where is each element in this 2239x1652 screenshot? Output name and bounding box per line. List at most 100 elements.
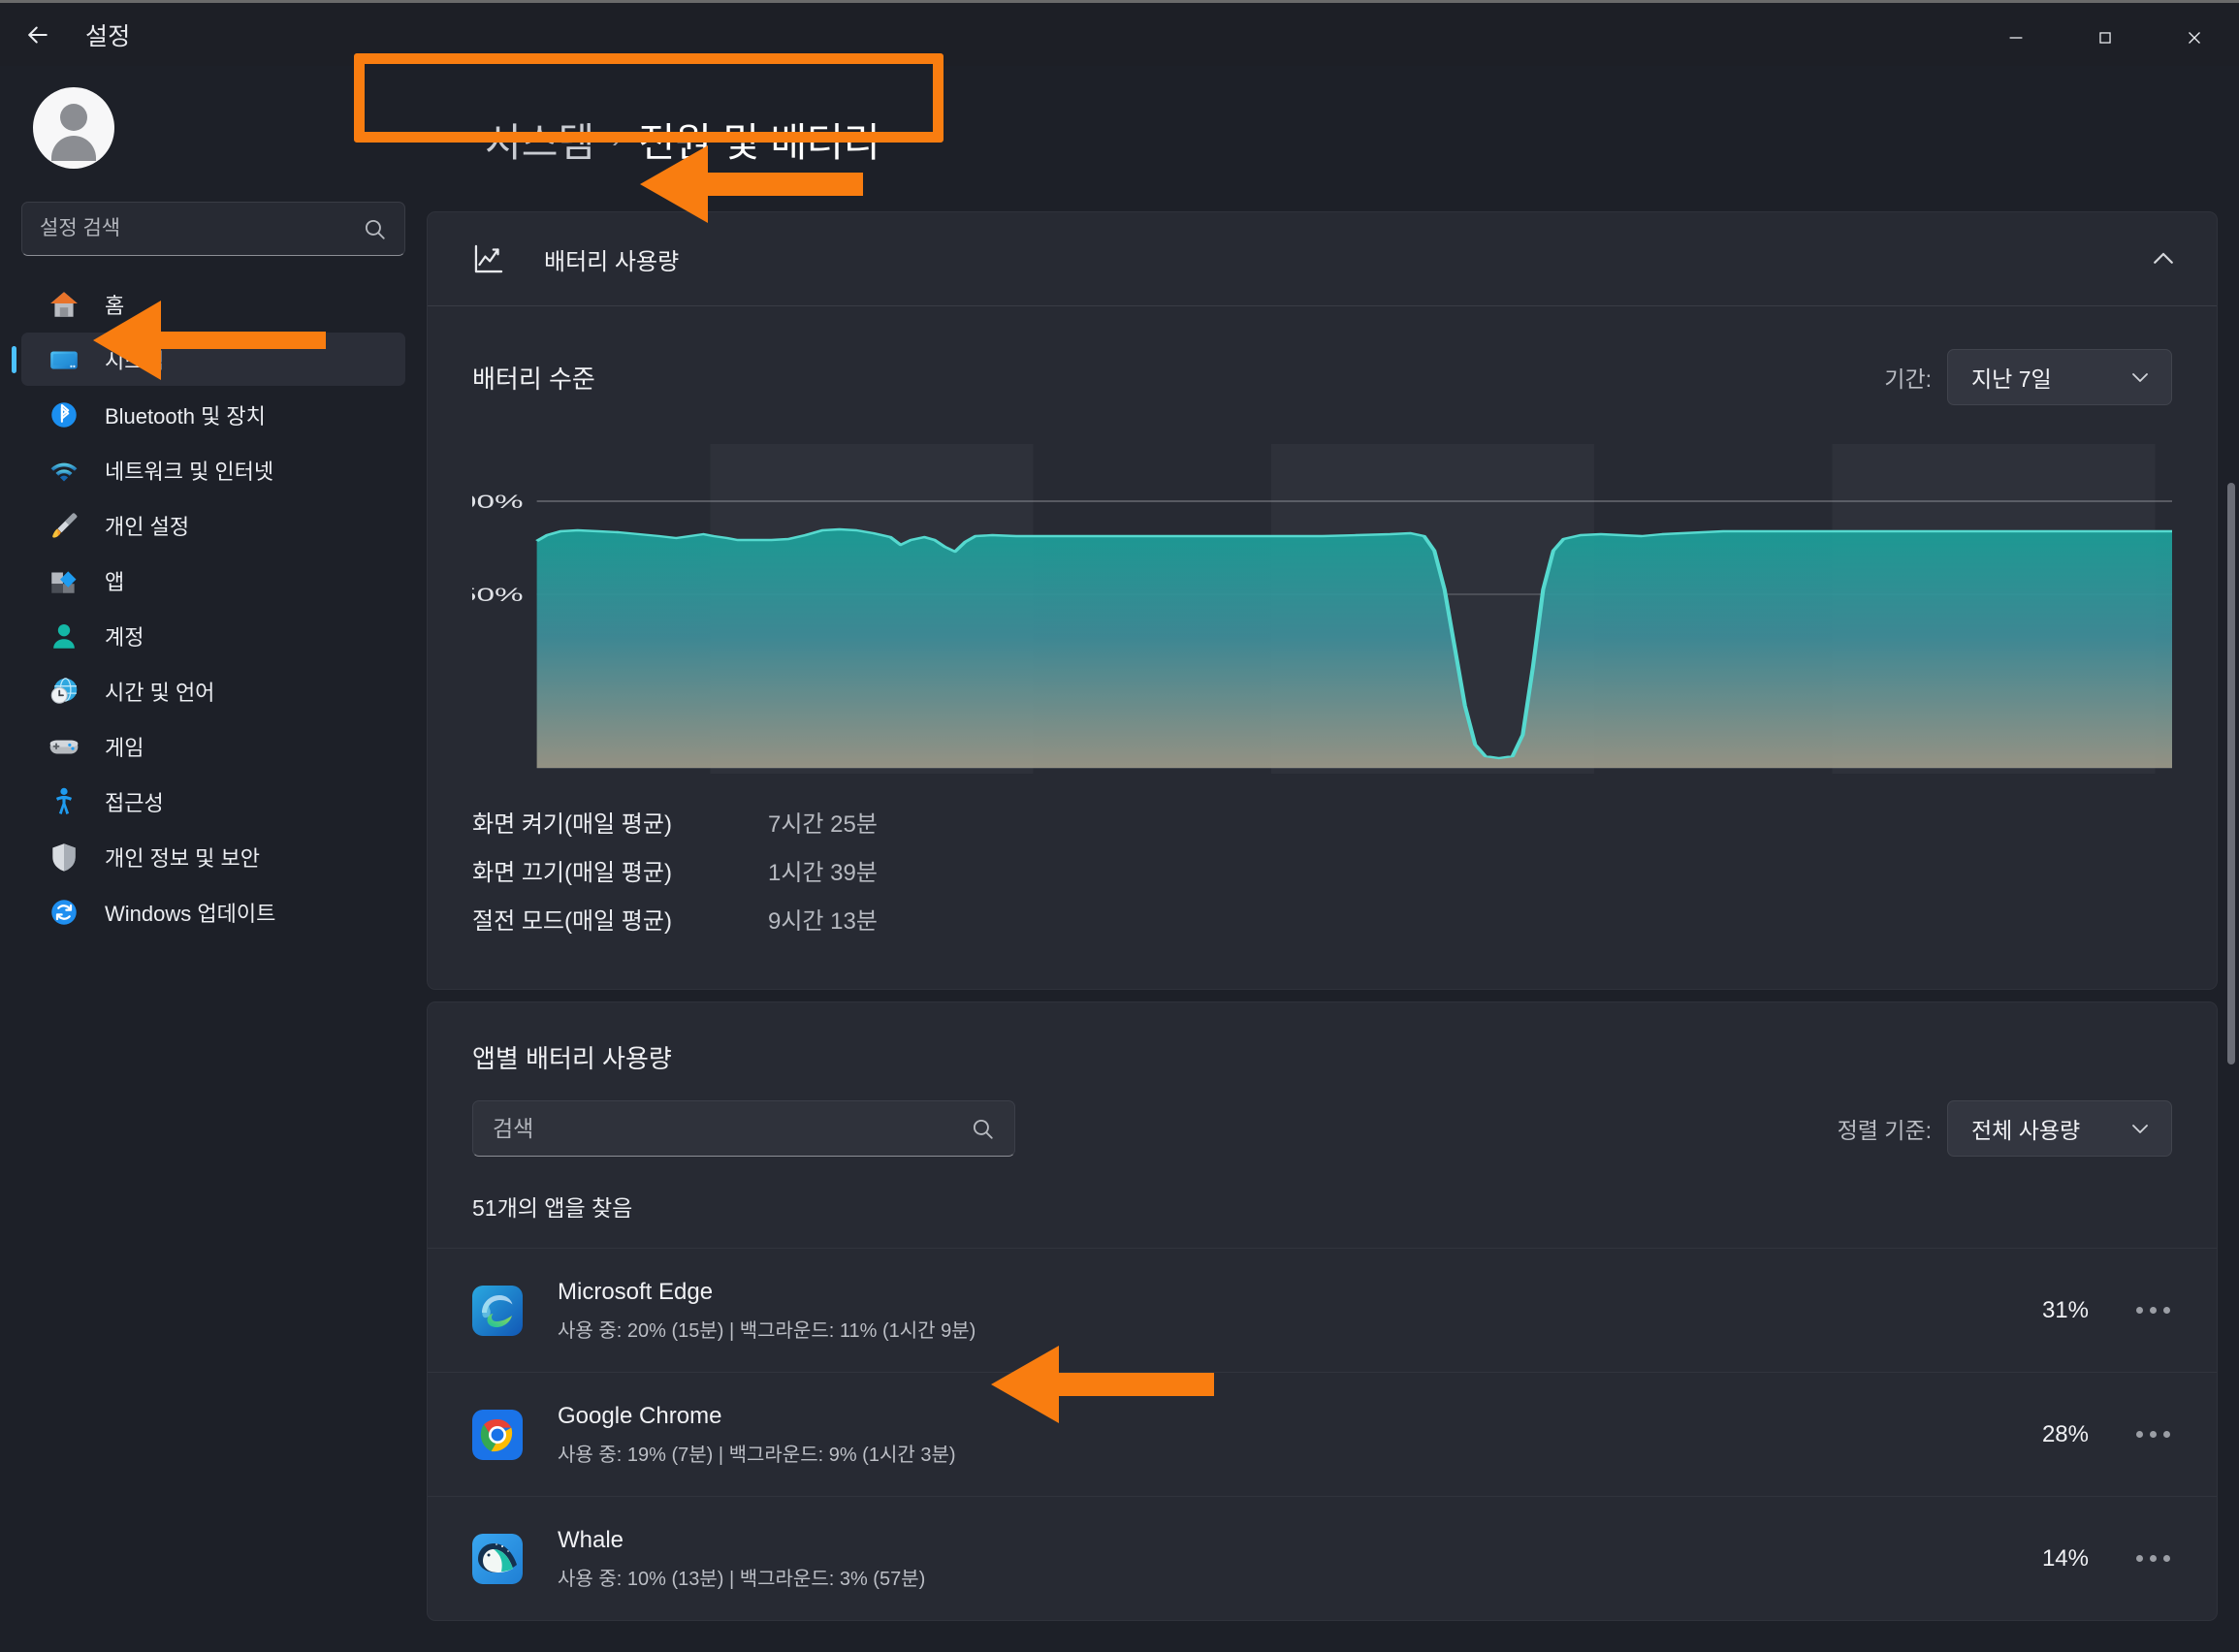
chevron-down-icon: [2128, 1117, 2152, 1140]
sidebar-item-apps[interactable]: 앱: [21, 554, 405, 607]
settings-scroll-area[interactable]: 배터리 사용량 배터리 수준 기간: 지난 7일 0% 0% 화면 켜기(매일 …: [427, 211, 2239, 1652]
battery-level-title: 배터리 수준: [472, 364, 595, 394]
settings-search-box[interactable]: [21, 202, 405, 256]
sidebar-item-network[interactable]: 네트워크 및 인터넷: [21, 443, 405, 496]
app-row-whale[interactable]: Whale 사용 중: 10% (13분) | 백그라운드: 3% (57분) …: [428, 1496, 2217, 1620]
stat-label: 화면 켜기(매일 평균): [472, 811, 672, 838]
more-options-icon[interactable]: [2127, 1534, 2178, 1584]
battery-level-header-row: 배터리 수준 기간: 지난 7일: [472, 306, 2172, 405]
battery-level-body: 배터리 수준 기간: 지난 7일 0% 0% 화면 켜기(매일 평균) 7시간 …: [428, 306, 2217, 989]
accounts-icon: [45, 617, 83, 655]
sidebar-item-system[interactable]: 시스템: [21, 333, 405, 386]
battery-stats: 화면 켜기(매일 평균) 7시간 25분 화면 끄기(매일 평균) 1시간 39…: [472, 787, 2172, 989]
search-icon: [365, 219, 385, 239]
window-controls: [1971, 6, 2239, 69]
battery-usage-section-header[interactable]: 배터리 사용량: [428, 212, 2217, 305]
app-name: Google Chrome: [558, 1402, 722, 1429]
period-selector-group: 기간: 지난 7일: [1884, 349, 2172, 405]
app-name: Microsoft Edge: [558, 1278, 714, 1305]
home-icon: [45, 285, 83, 324]
sidebar-item-gaming[interactable]: 게임: [21, 719, 405, 773]
sidebar-item-time-language[interactable]: 시간 및 언어: [21, 664, 405, 717]
stat-value: 1시간 39분: [768, 860, 878, 886]
sidebar-item-home[interactable]: 홈: [21, 277, 405, 331]
stat-row: 화면 켜기(매일 평균) 7시간 25분: [472, 805, 2172, 853]
chart-ytick-100: 100%: [472, 491, 524, 512]
apps-found-count: 51개의 앱을 찾음: [472, 1195, 633, 1221]
sidebar-item-accounts[interactable]: 계정: [21, 609, 405, 662]
chevron-down-icon: [2128, 365, 2152, 389]
sidebar-nav: 홈 시스템 Bluetooth 및 장치 네트워크 및 인터넷 개인 설정 앱 …: [21, 277, 405, 938]
sidebar-item-bluetooth[interactable]: Bluetooth 및 장치: [21, 388, 405, 441]
apps-controls: 정렬 기준: 전체 사용량: [472, 1100, 2172, 1157]
microsoft-edge-icon: [472, 1285, 523, 1336]
sidebar-item-label: Windows 업데이트: [105, 901, 276, 926]
maximize-icon: [2099, 31, 2111, 44]
time-language-icon: [45, 672, 83, 711]
more-options-icon[interactable]: [2127, 1410, 2178, 1460]
close-button[interactable]: [2150, 6, 2239, 69]
sidebar-item-privacy-security[interactable]: 개인 정보 및 보안: [21, 830, 405, 883]
account-avatar-area: [21, 66, 405, 169]
back-button[interactable]: [8, 5, 68, 65]
page-title: 전원 및 배터리: [638, 120, 880, 165]
chart-area-path: [536, 529, 2172, 768]
sidebar-item-label: 게임: [105, 735, 144, 760]
google-chrome-icon: [472, 1409, 523, 1460]
scrollbar-thumb[interactable]: [2227, 483, 2235, 1064]
sidebar-item-label: 개인 정보 및 보안: [105, 845, 261, 871]
network-icon: [45, 451, 83, 490]
gaming-icon: [45, 727, 83, 766]
close-icon: [2189, 31, 2200, 44]
app-row-microsoft-edge[interactable]: Microsoft Edge 사용 중: 20% (15분) | 백그라운드: …: [428, 1248, 2217, 1372]
maximize-button[interactable]: [2061, 6, 2150, 69]
chart-ytick-50: 50%: [472, 584, 524, 605]
sidebar-item-label: 접근성: [105, 790, 164, 815]
more-dots: [2135, 1555, 2170, 1562]
breadcrumb: 시스템 › 전원 및 배터리: [485, 110, 880, 168]
breadcrumb-area: 시스템 › 전원 및 배터리: [427, 66, 2239, 211]
sidebar-item-label: 앱: [105, 569, 125, 594]
more-options-icon[interactable]: [2127, 1286, 2178, 1336]
battery-level-chart: 100% 50%: [472, 444, 2172, 774]
minimize-icon: [2009, 36, 2023, 39]
sort-value: 전체 사용량: [1971, 1118, 2081, 1143]
period-dropdown[interactable]: 지난 7일: [1947, 349, 2172, 405]
sidebar-item-windows-update[interactable]: Windows 업데이트: [21, 885, 405, 938]
main-content: 시스템 › 전원 및 배터리 배터리 사용량 배터리 수준 기간: 지난 7일 …: [427, 66, 2239, 1652]
stat-row: 화면 끄기(매일 평균) 1시간 39분: [472, 853, 2172, 902]
battery-usage-per-app-card: 앱별 배터리 사용량 정렬 기준: 전: [427, 1001, 2218, 1621]
minimize-button[interactable]: [1971, 6, 2061, 69]
sidebar: 홈 시스템: [0, 66, 427, 1652]
app-row-google-chrome[interactable]: Google Chrome 사용 중: 19% (7분) | 백그라운드: 9%…: [428, 1372, 2217, 1496]
app-detail: 사용 중: 10% (13분) | 백그라운드: 3% (57분): [558, 1568, 926, 1590]
app-search-input[interactable]: [493, 1115, 970, 1142]
chevron-up-icon[interactable]: [2149, 244, 2178, 273]
privacy-security-icon: [45, 838, 83, 876]
app-percent: 14%: [2041, 1544, 2089, 1572]
breadcrumb-parent[interactable]: 시스템: [485, 110, 594, 168]
stat-label: 화면 끄기(매일 평균): [472, 860, 672, 886]
avatar-torso: [51, 136, 96, 161]
battery-usage-card: 배터리 사용량 배터리 수준 기간: 지난 7일 0% 0% 화면 켜기(매일 …: [427, 211, 2218, 990]
accessibility-icon: [45, 782, 83, 821]
personalization-icon: [45, 506, 83, 545]
app-texts: Whale 사용 중: 10% (13분) | 백그라운드: 3% (57분): [558, 1527, 2042, 1591]
app-texts: Google Chrome 사용 중: 19% (7분) | 백그라운드: 9%…: [558, 1403, 2042, 1467]
app-texts: Microsoft Edge 사용 중: 20% (15분) | 백그라운드: …: [558, 1279, 2042, 1343]
avatar[interactable]: [33, 87, 114, 169]
sidebar-item-accessibility[interactable]: 접근성: [21, 775, 405, 828]
app-search-box[interactable]: [472, 1100, 1015, 1157]
vertical-scrollbar[interactable]: [2227, 357, 2235, 1652]
sidebar-item-personalization[interactable]: 개인 설정: [21, 498, 405, 552]
period-label: 기간:: [1884, 366, 1932, 392]
search-input[interactable]: [40, 217, 362, 240]
settings-window: 설정 설정 검색 홈 시스템 Bluetooth 및 장치 네트워크 및 인터넷…: [0, 0, 2239, 1652]
sort-dropdown[interactable]: 전체 사용량: [1947, 1100, 2172, 1157]
bluetooth-icon: [45, 396, 83, 434]
whale-browser-icon: [472, 1533, 523, 1584]
window-body: 홈 시스템: [0, 66, 2239, 1652]
app-detail: 사용 중: 19% (7분) | 백그라운드: 9% (1시간 3분): [558, 1444, 956, 1466]
sidebar-item-label: 시스템: [105, 348, 164, 373]
stat-row: 절전 모드(매일 평균) 9시간 13분: [472, 902, 2172, 950]
